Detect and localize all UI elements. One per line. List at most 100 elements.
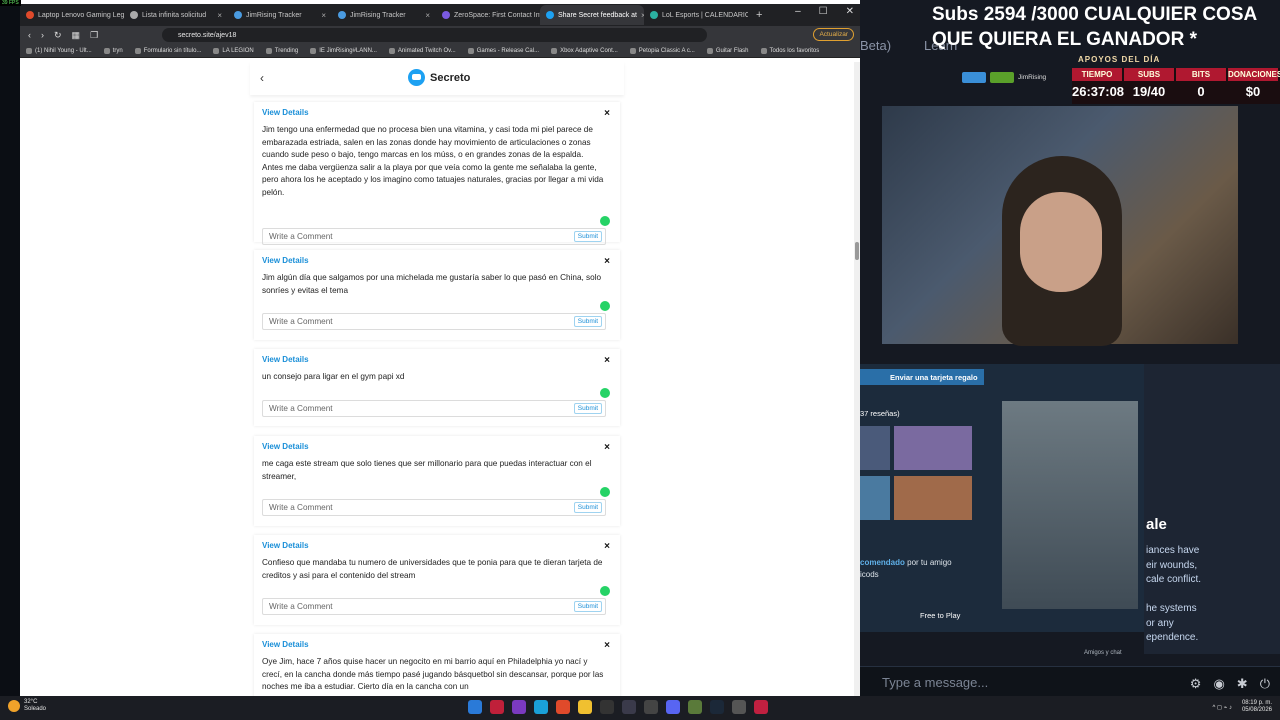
bookmark-item[interactable]: Todos los favoritos	[760, 47, 819, 54]
browser-tab[interactable]: Laptop Lenovo Gaming Legion×	[20, 5, 124, 25]
thumbnail[interactable]	[894, 476, 972, 520]
app-icon[interactable]	[732, 700, 746, 714]
edge-icon[interactable]	[534, 700, 548, 714]
app-icon[interactable]	[754, 700, 768, 714]
bookmark-item[interactable]: LA LEGION	[213, 47, 254, 54]
close-icon[interactable]: ×	[604, 108, 610, 119]
bookmark-item[interactable]: Games - Release Cal...	[467, 47, 540, 54]
comment-input[interactable]	[263, 599, 563, 614]
brave-icon[interactable]	[556, 700, 570, 714]
apps-icon[interactable]: ▦	[72, 30, 81, 41]
bookmark-item[interactable]: tryn	[103, 47, 123, 54]
browser-tab[interactable]: JimRising Tracker ×	[228, 5, 332, 25]
chat-input[interactable]: Type a message...	[882, 675, 988, 690]
thumbnail[interactable]	[860, 476, 890, 520]
thumbnail[interactable]	[894, 426, 972, 470]
view-details-link[interactable]: View Details	[262, 442, 309, 451]
whatsapp-share-icon[interactable]	[600, 215, 610, 226]
discord-taskbar-icon[interactable]	[666, 700, 680, 714]
close-window-icon[interactable]: ✕	[846, 6, 854, 17]
view-details-link[interactable]: View Details	[262, 355, 309, 364]
view-details-link[interactable]: View Details	[262, 108, 309, 117]
windows-start-icon[interactable]	[468, 700, 482, 714]
app-icon[interactable]	[622, 700, 636, 714]
comment-input[interactable]	[263, 500, 563, 515]
tab-favicon-icon	[442, 11, 450, 19]
bookmark-item[interactable]: (1) Nihil Young - Ult...	[26, 47, 92, 54]
browser-tab[interactable]: Lista infinita solicitud ×	[124, 5, 228, 25]
scrollbar-thumb[interactable]	[855, 242, 859, 260]
new-tab-button[interactable]: +	[748, 9, 762, 21]
close-icon[interactable]: ×	[604, 355, 610, 366]
browser-tab[interactable]: ZeroSpace: First Contact Invit×	[436, 5, 540, 25]
stream-stat: TIEMPO 26:37:08	[1072, 68, 1124, 99]
bookmark-item[interactable]: Xbox Adaptive Cont...	[551, 47, 618, 54]
bookmark-label: Games - Release Cal...	[476, 47, 540, 54]
bookmark-item[interactable]: Trending	[265, 47, 298, 54]
browser-tab[interactable]: LoL Esports | CALENDARIO×	[644, 5, 748, 25]
send-gift-card-button[interactable]: Enviar una tarjeta regalo	[860, 369, 984, 385]
stat-label: DONACIONES	[1228, 68, 1280, 81]
comment-input[interactable]	[263, 228, 563, 244]
bookmark-item[interactable]: Animated Twitch Ov...	[388, 47, 456, 54]
browser-tab[interactable]: Share Secret feedback at ×	[540, 5, 644, 25]
weather-widget[interactable]: 32°C Soleado	[8, 699, 46, 713]
whatsapp-share-icon[interactable]	[600, 387, 610, 398]
close-icon[interactable]: ×	[604, 640, 610, 651]
comment-input[interactable]	[263, 314, 563, 329]
gear-icon[interactable]: ⚙	[1190, 676, 1202, 692]
app-icon[interactable]	[600, 700, 614, 714]
reload-icon[interactable]: ↻	[54, 30, 62, 41]
bookmark-item[interactable]: Guitar Flash	[706, 47, 749, 54]
app-icon[interactable]	[490, 700, 504, 714]
bookmark-icon[interactable]: ❐	[90, 30, 98, 41]
submit-comment-button[interactable]: Submit	[573, 601, 602, 612]
close-icon[interactable]: ×	[604, 256, 610, 267]
tab-close-icon[interactable]: ×	[217, 11, 222, 20]
thumbnail[interactable]	[860, 426, 890, 470]
view-details-link[interactable]: View Details	[262, 640, 309, 649]
folder-icon[interactable]	[578, 700, 592, 714]
submit-comment-button[interactable]: Submit	[573, 316, 602, 327]
discord-icon[interactable]: ◉	[1213, 676, 1224, 692]
bookmark-item[interactable]: Formulario sin título...	[134, 47, 201, 54]
steam-icon[interactable]	[710, 700, 724, 714]
view-details-link[interactable]: View Details	[262, 256, 309, 265]
submit-comment-button[interactable]: Submit	[573, 402, 602, 414]
minimize-icon[interactable]: –	[795, 6, 801, 17]
comment-input[interactable]	[263, 400, 563, 416]
close-icon[interactable]: ×	[604, 541, 610, 552]
whatsapp-share-icon[interactable]	[600, 487, 610, 497]
back-arrow-icon[interactable]: ‹	[260, 71, 264, 85]
forward-icon[interactable]: ›	[41, 30, 44, 40]
browser-tab[interactable]: JimRising Tracker ×	[332, 5, 436, 25]
description-line: cale conflict.	[1146, 574, 1202, 585]
address-bar[interactable]: secreto.site/ajev18	[162, 28, 707, 42]
back-icon[interactable]: ‹	[28, 30, 31, 40]
app-icon[interactable]	[512, 700, 526, 714]
time: 08:19 p. m.	[1241, 700, 1272, 706]
submit-comment-button[interactable]: Submit	[573, 230, 602, 242]
tab-favicon-icon	[338, 11, 346, 19]
app-icon[interactable]	[688, 700, 702, 714]
obs-icon[interactable]	[644, 700, 658, 714]
close-icon[interactable]: ×	[604, 442, 610, 453]
tab-close-icon[interactable]: ×	[425, 11, 430, 20]
stream-stat: DONACIONES $0	[1228, 68, 1280, 99]
tray-icons[interactable]: ^ ◻ ⌁ ♪	[1213, 704, 1232, 711]
whatsapp-share-icon[interactable]	[600, 586, 610, 596]
friends-chat-link[interactable]: Amigos y chat	[1084, 650, 1122, 656]
view-details-link[interactable]: View Details	[262, 541, 309, 550]
bookmark-item[interactable]: Petopia Classic A c...	[629, 47, 695, 54]
game-preview-image[interactable]	[1002, 401, 1138, 609]
clock[interactable]: 08:19 p. m. 05/08/2026	[1242, 700, 1272, 714]
whatsapp-share-icon[interactable]	[600, 301, 610, 311]
power-icon[interactable]: ⏻	[1260, 676, 1270, 692]
update-button[interactable]: Actualizar	[813, 28, 854, 41]
maximize-icon[interactable]: ☐	[819, 6, 828, 17]
tab-close-icon[interactable]: ×	[321, 11, 326, 20]
bookmark-label: IE JimRising#LANN...	[319, 47, 377, 54]
bookmark-item[interactable]: IE JimRising#LANN...	[310, 47, 377, 54]
submit-comment-button[interactable]: Submit	[573, 502, 602, 513]
bug-icon[interactable]: ✱	[1237, 676, 1248, 692]
